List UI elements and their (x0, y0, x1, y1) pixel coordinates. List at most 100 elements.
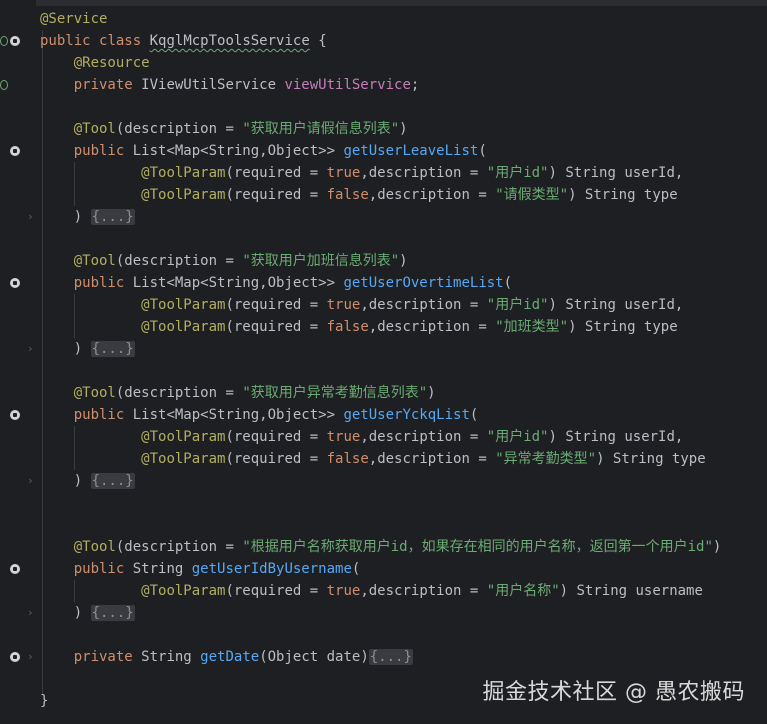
folded-code-block[interactable]: {...} (90, 209, 135, 225)
code-token: @ToolParam (141, 429, 226, 445)
code-line[interactable]: ) {...} (40, 470, 135, 492)
code-line[interactable]: @ToolParam(required = true,description =… (40, 162, 683, 184)
code-line[interactable]: ) {...} (40, 338, 135, 360)
code-line[interactable]: @Resource (40, 52, 150, 74)
code-token: (description = (115, 539, 243, 555)
code-line[interactable]: @Service (40, 8, 107, 30)
code-token: @Tool (73, 539, 116, 555)
tool-method-gutter-icon[interactable] (10, 564, 20, 574)
code-token: ) (40, 209, 91, 225)
code-token: private (73, 649, 133, 665)
code-token: false (326, 319, 369, 335)
code-line[interactable]: @Tool(description = "获取用户请假信息列表") (40, 118, 408, 140)
code-token: @Tool (73, 121, 116, 137)
code-token: "获取用户请假信息列表" (242, 121, 400, 137)
code-line[interactable]: @Tool(description = "根据用户名称获取用户id，如果存在相同… (40, 536, 722, 558)
code-token: getDate (200, 649, 260, 665)
code-token: ) String type (596, 451, 706, 467)
code-token: ,description = (368, 187, 496, 203)
code-token: (Object date) (259, 649, 369, 665)
code-line[interactable]: public List<Map<String,Object>> getUserL… (40, 140, 487, 162)
code-token: false (326, 187, 369, 203)
code-token: "请假类型" (495, 187, 569, 203)
code-line[interactable]: } (40, 690, 48, 712)
code-token: (required = (225, 165, 327, 181)
code-token: getUserLeaveList (343, 143, 479, 159)
code-token: @Resource (73, 55, 150, 71)
code-token: public (73, 143, 125, 159)
fold-chevron-icon[interactable]: › (27, 607, 34, 618)
code-token: ) (40, 473, 91, 489)
code-token: true (326, 429, 361, 445)
code-line[interactable]: public class KqglMcpToolsService { (40, 30, 327, 52)
code-token: @ToolParam (141, 187, 226, 203)
tool-method-gutter-icon[interactable] (10, 410, 20, 420)
code-token: true (326, 583, 361, 599)
code-token: public (40, 33, 91, 49)
code-token: "异常考勤类型" (495, 451, 597, 467)
code-token: ,description = (368, 451, 496, 467)
code-line[interactable]: @Tool(description = "获取用户异常考勤信息列表") (40, 382, 436, 404)
code-token: (description = (115, 121, 243, 137)
code-line[interactable]: public String getUserIdByUsername( (40, 558, 361, 580)
tool-method-gutter-icon[interactable] (10, 146, 20, 156)
code-line[interactable]: @ToolParam(required = true,description =… (40, 580, 703, 602)
code-line[interactable]: public List<Map<String,Object>> getUserO… (40, 272, 512, 294)
folded-code-block[interactable]: {...} (90, 341, 135, 357)
code-token: viewUtilService (284, 77, 411, 93)
code-token: ( (503, 275, 513, 291)
code-token: ,description = (360, 165, 487, 181)
code-line[interactable]: @Tool(description = "获取用户加班信息列表") (40, 250, 408, 272)
code-line[interactable]: private String getDate(Object date){...} (40, 646, 413, 668)
code-token: (description = (115, 385, 243, 401)
code-line[interactable]: ) {...} (40, 602, 135, 624)
code-token: true (326, 297, 361, 313)
code-line[interactable]: @ToolParam(required = true,description =… (40, 426, 683, 448)
code-line[interactable]: @ToolParam(required = false,description … (40, 448, 706, 470)
code-line[interactable]: ) {...} (40, 206, 135, 228)
code-token: String (124, 561, 192, 577)
code-line[interactable]: public List<Map<String,Object>> getUserY… (40, 404, 479, 426)
bean-gutter-icon[interactable] (10, 36, 20, 46)
code-token: @Service (40, 11, 108, 27)
code-token: @Tool (73, 385, 116, 401)
code-token: List<Map<String,Object>> (124, 143, 344, 159)
fold-chevron-icon[interactable]: › (27, 651, 34, 662)
fold-chevron-icon[interactable]: › (27, 343, 34, 354)
code-line[interactable]: @ToolParam(required = false,description … (40, 316, 677, 338)
code-token: private (73, 77, 133, 93)
tool-method-gutter-icon[interactable] (10, 278, 20, 288)
code-token: (description = (115, 253, 243, 269)
implemented-marker-icon[interactable] (0, 36, 8, 46)
folded-code-block[interactable]: {...} (368, 649, 413, 665)
method-gutter-icon[interactable] (10, 652, 20, 662)
code-token: "用户id" (486, 429, 549, 445)
code-token: ,description = (360, 583, 487, 599)
code-token: getUserYckqList (343, 407, 470, 423)
code-editor[interactable]: @Service public class KqglMcpToolsService… (40, 8, 767, 724)
code-token: (required = (225, 451, 327, 467)
folded-code-block[interactable]: {...} (90, 473, 135, 489)
folded-code-block[interactable]: {...} (90, 605, 135, 621)
code-token: ) (40, 341, 91, 357)
code-token: "获取用户加班信息列表" (242, 253, 400, 269)
code-token: ,description = (360, 297, 487, 313)
code-token: (required = (225, 187, 327, 203)
injection-marker-icon[interactable] (0, 80, 8, 90)
code-line[interactable]: @ToolParam(required = false,description … (40, 184, 677, 206)
fold-chevron-icon[interactable]: › (27, 211, 34, 222)
code-token: String (132, 649, 201, 665)
code-token: (required = (225, 319, 327, 335)
code-token: KqglMcpToolsService (149, 33, 310, 49)
code-line[interactable]: private IViewUtilService viewUtilService… (40, 74, 420, 96)
code-line[interactable]: @ToolParam(required = true,description =… (40, 294, 683, 316)
code-token: "加班类型" (495, 319, 569, 335)
fold-chevron-icon[interactable]: › (27, 475, 34, 486)
